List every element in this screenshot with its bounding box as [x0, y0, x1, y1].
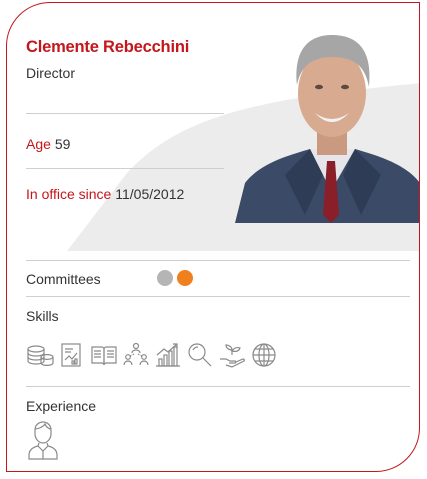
- committee-dot-orange: [177, 270, 193, 286]
- skills-label: Skills: [26, 308, 59, 324]
- age-value: 59: [54, 136, 71, 152]
- age-label: Age: [26, 136, 51, 152]
- coins-icon: [27, 345, 54, 367]
- financial-report-icon: [61, 343, 81, 367]
- businessman-icon: [28, 421, 58, 460]
- experience-label: Experience: [26, 398, 97, 414]
- search-icon: [188, 343, 212, 367]
- office-value: 11/05/2012: [115, 186, 185, 202]
- open-book-icon: [91, 346, 117, 366]
- divider: [26, 260, 410, 261]
- age-stat: Age 59: [26, 136, 70, 152]
- divider: [26, 386, 410, 387]
- globe-icon: [252, 343, 276, 367]
- committees-label: Committees: [26, 271, 101, 287]
- team-network-icon: [123, 342, 149, 366]
- divider: [26, 168, 224, 169]
- divider: [26, 296, 410, 297]
- growth-chart-icon: [156, 343, 180, 367]
- plant-in-hand-icon: [220, 344, 246, 368]
- director-photo: [235, 35, 419, 223]
- committee-dot-grey: [157, 270, 173, 286]
- director-role: Director: [26, 65, 76, 81]
- office-stat: In office since 11/05/2012: [26, 186, 184, 202]
- office-label: In office since: [26, 186, 112, 202]
- skills-icons: [26, 341, 278, 369]
- director-name: Clemente Rebecchini: [26, 38, 190, 56]
- divider: [26, 113, 224, 114]
